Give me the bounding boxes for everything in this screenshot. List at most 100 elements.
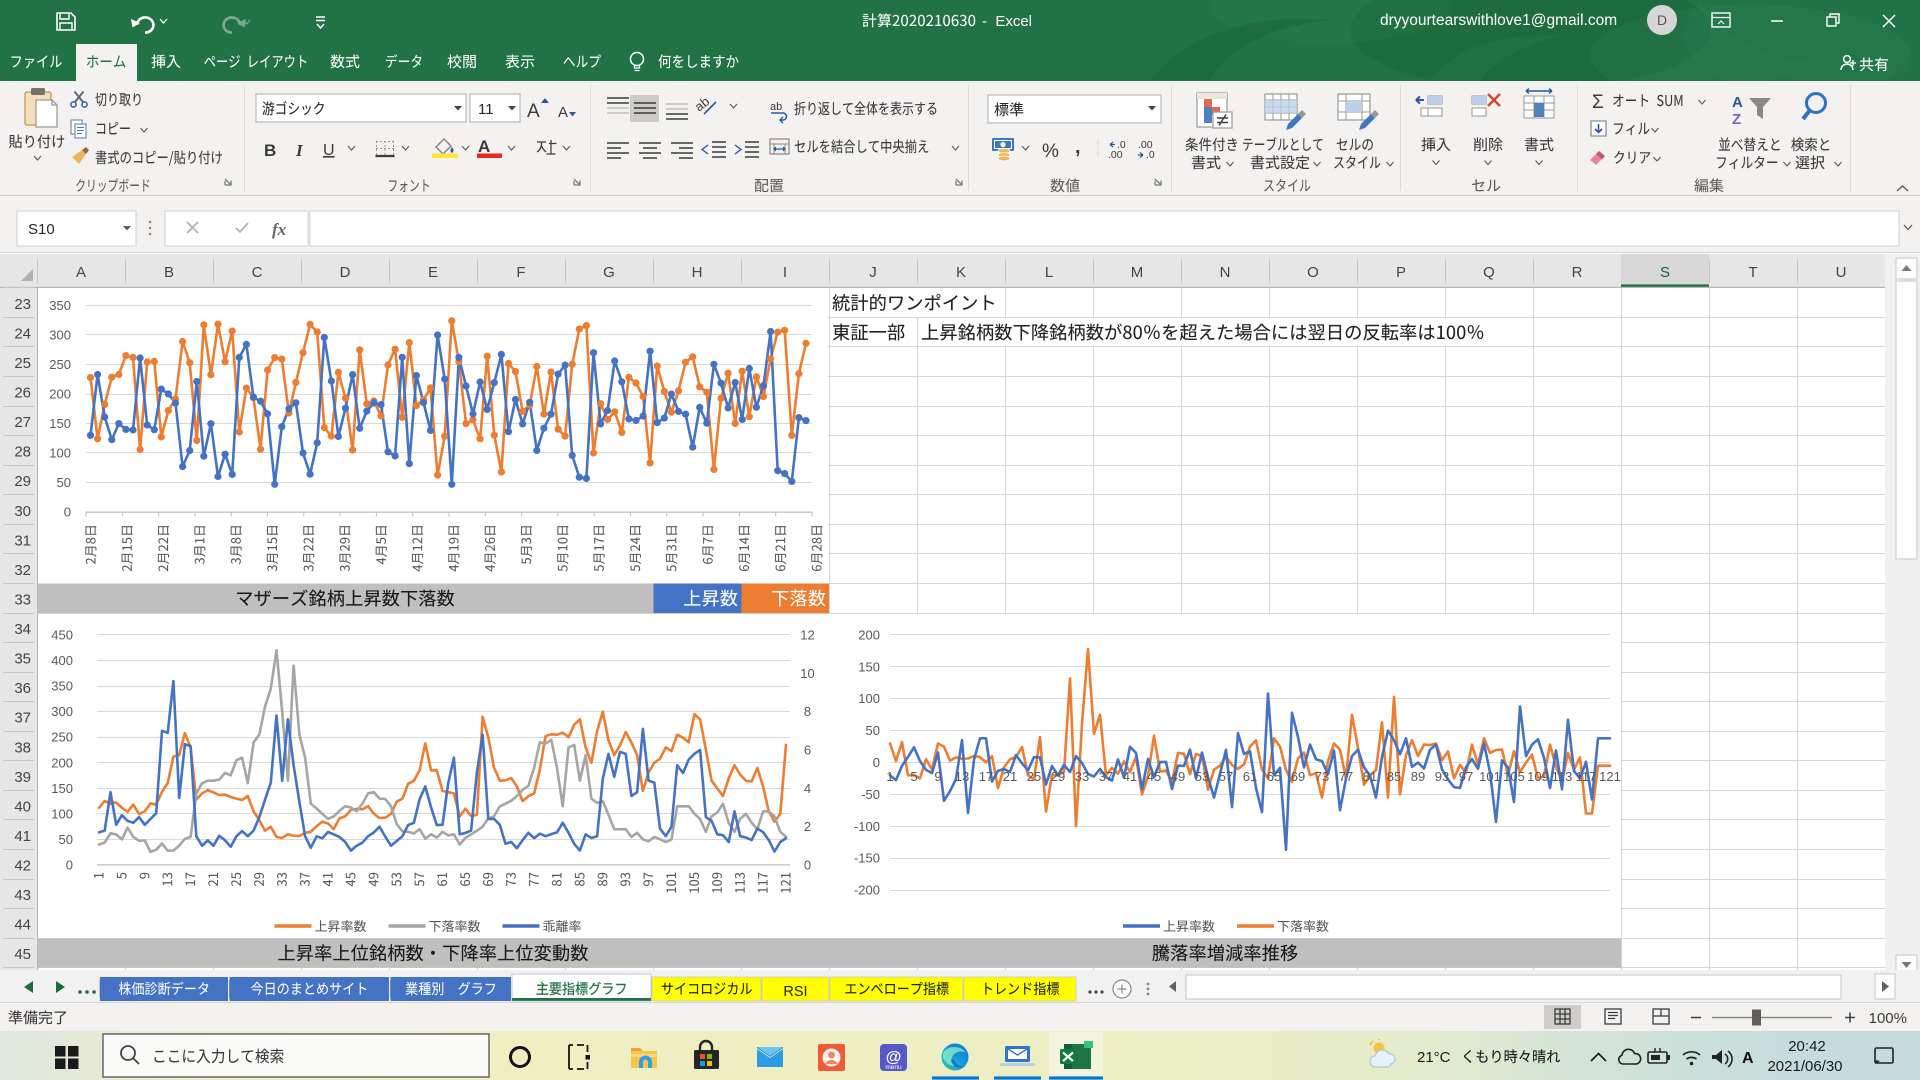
svg-text:A: A [1732,94,1743,111]
svg-text:150: 150 [858,659,880,674]
svg-text:43: 43 [14,887,31,904]
svg-text:U: U [1836,264,1847,281]
svg-text:B: B [164,264,174,281]
svg-text:S10: S10 [28,221,55,238]
svg-text:2021/06/30: 2021/06/30 [1767,1058,1842,1075]
svg-text:30: 30 [14,503,31,520]
svg-text:42: 42 [14,858,31,875]
svg-text:36: 36 [14,680,31,697]
svg-text:0: 0 [873,755,880,770]
svg-text:41: 41 [1123,769,1137,784]
svg-text:25: 25 [1027,769,1041,784]
svg-text:53: 53 [1195,769,1209,784]
svg-text:11: 11 [478,101,494,118]
svg-text:21°C: 21°C [1417,1049,1451,1066]
svg-text:A: A [558,104,568,121]
svg-text:50: 50 [866,723,880,738]
svg-text:4: 4 [804,781,811,796]
svg-text:.00: .00 [1108,149,1123,161]
svg-text:150: 150 [49,416,71,431]
svg-text:109: 109 [1527,769,1549,784]
svg-text:13: 13 [955,769,969,784]
svg-text:27: 27 [14,414,31,431]
svg-text:menu: menu [885,1064,902,1071]
svg-text:2: 2 [804,819,811,834]
svg-text:250: 250 [51,730,73,745]
svg-text:.0: .0 [1146,149,1155,161]
svg-text:B: B [264,141,276,160]
svg-text:350: 350 [51,679,73,694]
svg-text:20:42: 20:42 [1788,1038,1826,1055]
svg-text:F: F [516,264,525,281]
svg-text:29: 29 [1051,769,1065,784]
svg-text:100%: 100% [1869,1010,1907,1027]
svg-text:%: % [1042,141,1059,162]
svg-text:39: 39 [14,769,31,786]
svg-text:dryyourtearswithlove1@gmail.co: dryyourtearswithlove1@gmail.com [1380,12,1617,29]
svg-text:Q: Q [1483,264,1495,281]
svg-text:-150: -150 [854,851,880,866]
svg-text:E: E [428,264,438,281]
svg-text:M: M [1131,264,1144,281]
svg-text:Z: Z [1732,111,1741,128]
svg-text:45: 45 [1147,769,1161,784]
svg-text:5: 5 [910,769,917,784]
svg-text:37: 37 [1099,769,1113,784]
svg-text:17: 17 [979,769,993,784]
svg-text:G: G [603,264,615,281]
svg-text:26: 26 [14,384,31,401]
svg-text:0: 0 [66,858,73,873]
svg-text:89: 89 [1411,769,1425,784]
svg-text:1: 1 [886,769,893,784]
svg-text:100: 100 [858,691,880,706]
svg-text:113: 113 [1552,769,1573,784]
svg-text:0: 0 [804,858,811,873]
svg-text:40: 40 [14,798,31,815]
svg-text:-100: -100 [854,819,880,834]
svg-text:73: 73 [1315,769,1329,784]
svg-text:8: 8 [804,704,811,719]
svg-text:85: 85 [1387,769,1401,784]
svg-text:200: 200 [858,628,880,643]
svg-text:I: I [783,264,787,281]
svg-text:D: D [340,264,351,281]
svg-text:300: 300 [49,328,71,343]
svg-text:250: 250 [49,357,71,372]
svg-text:P: P [1396,264,1406,281]
svg-text:6: 6 [804,743,811,758]
svg-text:D: D [1657,12,1667,28]
svg-text:fx: fx [272,220,287,239]
svg-text:38: 38 [14,739,31,756]
svg-text:-200: -200 [854,883,880,898]
svg-text:S: S [1660,264,1670,281]
svg-text:T: T [1748,264,1757,281]
svg-text:49: 49 [1171,769,1185,784]
svg-text:N: N [1220,264,1231,281]
svg-text:117: 117 [1576,769,1597,784]
svg-text:45: 45 [14,946,31,963]
svg-text:10: 10 [800,666,814,681]
svg-text:300: 300 [51,704,73,719]
svg-text:ab: ab [770,101,782,113]
svg-text:77: 77 [1339,769,1353,784]
svg-text:150: 150 [51,781,73,796]
svg-text:37: 37 [14,710,31,727]
svg-text:21: 21 [1003,769,1017,784]
svg-text:31: 31 [14,532,31,549]
svg-text:69: 69 [1291,769,1305,784]
svg-text:A: A [76,264,86,281]
svg-text:A: A [478,137,490,156]
svg-text:200: 200 [49,387,71,402]
svg-text:44: 44 [14,917,31,934]
svg-text:81: 81 [1363,769,1377,784]
svg-text:50: 50 [59,832,73,847]
svg-text:121: 121 [1599,769,1621,784]
svg-text:A: A [527,101,540,122]
svg-text:J: J [869,264,877,281]
svg-text:105: 105 [1503,769,1525,784]
svg-text:24: 24 [14,325,31,342]
svg-text:33: 33 [14,591,31,608]
svg-text:100: 100 [51,806,73,821]
svg-text:0: 0 [64,505,71,520]
svg-text:33: 33 [1075,769,1089,784]
